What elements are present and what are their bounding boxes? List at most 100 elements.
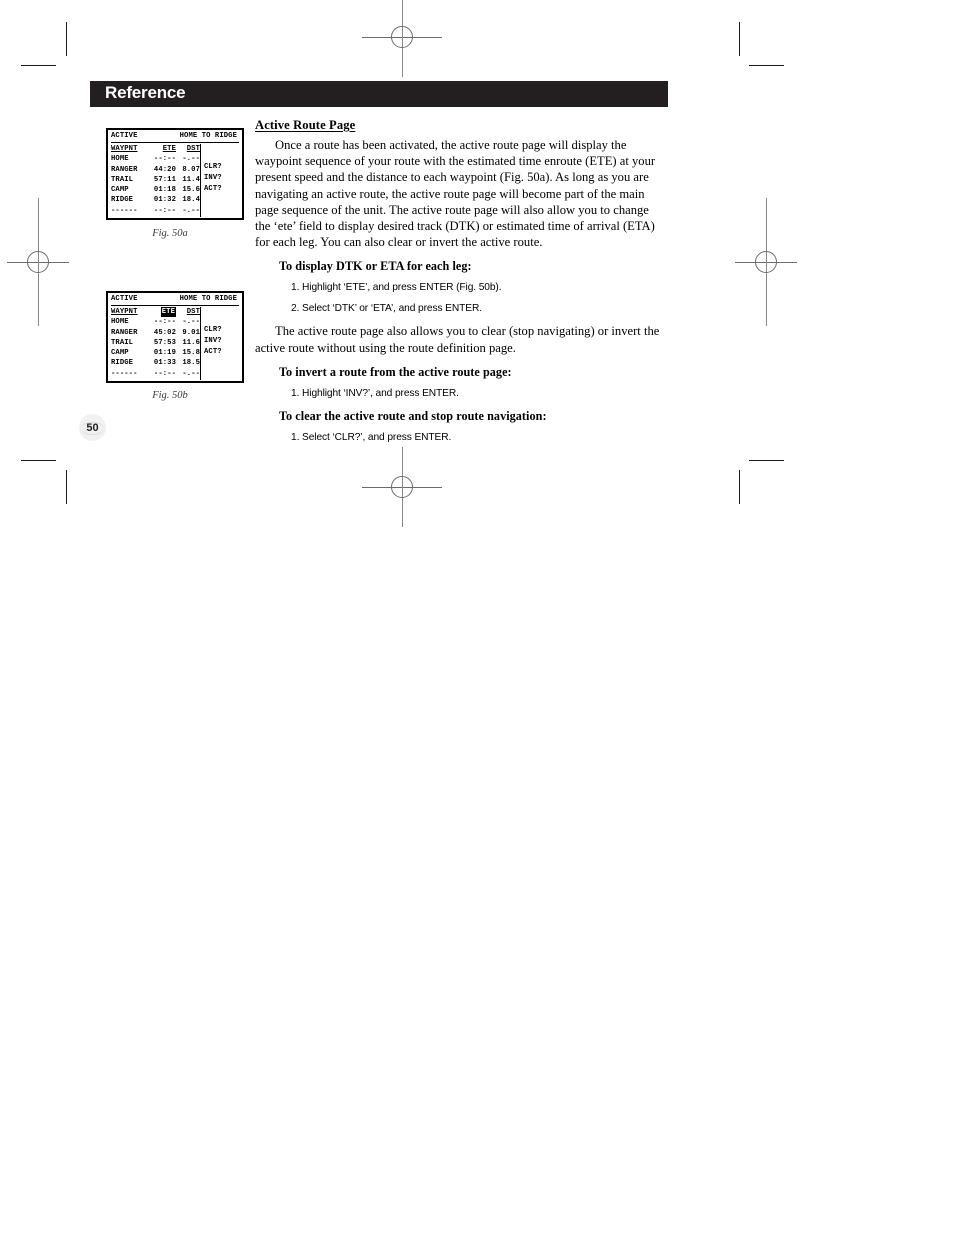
gps-row-50b: RIDGE 01:33 18.5 (111, 358, 200, 368)
gps-cell-dst: 11.6 (182, 338, 200, 347)
page-number-label: 50 (86, 421, 99, 434)
gps-col-header-waypoint-50a: WAYPNT (111, 145, 138, 154)
gps-title-right-50b: HOME TO RIDGE (179, 295, 237, 303)
gps-title-left-50b: ACTIVE (111, 295, 138, 303)
gps-sidebar-50a: CLR? INV? ACT? (200, 144, 239, 217)
gps-screen-50b: ACTIVE HOME TO RIDGE WAYPNT ETE DST HOME… (106, 291, 244, 383)
gps-cell-ete: --:-- (153, 318, 176, 327)
registration-circle (755, 251, 777, 273)
gps-sidebar-50b: CLR? INV? ACT? (200, 307, 239, 380)
gps-footer-row-50b: ------ --:-- -.-- (111, 369, 200, 379)
gps-cell-ete: 44:20 (153, 165, 176, 174)
gps-col-header-dst-50b: DST (186, 308, 200, 317)
gps-cell-waypoint: CAMP (111, 185, 129, 194)
gps-cell-waypoint: TRAIL (111, 338, 134, 347)
gps-button-inv-50a[interactable]: INV? (204, 173, 239, 184)
gps-row-50a: TRAIL 57:11 11.4 (111, 175, 200, 185)
gps-cell-ete: 01:32 (153, 196, 176, 205)
gps-cell-waypoint: RANGER (111, 328, 138, 337)
gps-cell-waypoint: ------ (111, 207, 138, 216)
gps-button-act-50a[interactable]: ACT? (204, 184, 239, 195)
gps-col-header-ete-highlight: ETE (160, 307, 176, 318)
gps-cell-ete: 01:33 (153, 359, 176, 368)
main-content-column: Active Route Page Once a route has been … (255, 116, 667, 452)
registration-circle (391, 476, 413, 498)
gps-col-header-ete-50b[interactable]: ETE (148, 307, 176, 318)
crop-mark-bottom-right-vertical (739, 470, 740, 504)
gps-col-header-dst-50a: DST (186, 145, 200, 154)
gps-cell-ete: 01:18 (153, 185, 176, 194)
gps-screen-50a: ACTIVE HOME TO RIDGE WAYPNT ETE DST HOME… (106, 128, 244, 220)
gps-row-50a: HOME --:-- -.-- (111, 154, 200, 164)
procedure-1-heading: To display DTK or ETA for each leg: (279, 259, 472, 274)
gps-cell-waypoint: RANGER (111, 165, 138, 174)
gps-row-50b: CAMP 01:19 15.8 (111, 348, 200, 358)
intro-paragraph: Once a route has been activated, the act… (255, 138, 656, 250)
figure-50a: ACTIVE HOME TO RIDGE WAYPNT ETE DST HOME… (106, 128, 244, 220)
registration-circle (27, 251, 49, 273)
gps-cell-waypoint: TRAIL (111, 175, 134, 184)
gps-row-50a: RANGER 44:20 8.07 (111, 165, 200, 175)
gps-cell-ete: 57:11 (153, 175, 176, 184)
gps-cell-ete: 01:19 (153, 348, 176, 357)
gps-table-50a: WAYPNT ETE DST HOME --:-- -.-- RANGER 44… (111, 144, 200, 216)
gps-cell-dst: 18.5 (182, 359, 200, 368)
gps-cell-ete: --:-- (153, 370, 176, 379)
procedure-2-heading: To invert a route from the active route … (279, 364, 512, 379)
gps-button-clr-50b[interactable]: CLR? (204, 325, 239, 336)
gps-body-50a: WAYPNT ETE DST HOME --:-- -.-- RANGER 44… (111, 144, 239, 217)
gps-title-row-50b: ACTIVE HOME TO RIDGE (111, 295, 239, 307)
section-title: Active Route Page (255, 118, 356, 132)
procedure-1-step-1: 1. Highlight ‘ETE’, and press ENTER (Fig… (291, 282, 502, 294)
registration-circle (391, 26, 413, 48)
gps-cell-waypoint: HOME (111, 318, 129, 327)
gps-column-headers-50b: WAYPNT ETE DST (111, 307, 200, 318)
crop-mark-bottom-left-vertical (66, 470, 67, 504)
procedure-1-step-2: 2. Select ‘DTK’ or ‘ETA’, and press ENTE… (291, 303, 482, 315)
figure-caption-50b: Fig. 50b (152, 390, 188, 401)
crop-mark-top-left-vertical (66, 22, 67, 56)
gps-button-clr-50a[interactable]: CLR? (204, 162, 239, 173)
gps-title-right-50a: HOME TO RIDGE (179, 132, 237, 140)
gps-button-act-50b[interactable]: ACT? (204, 347, 239, 358)
gps-cell-ete: 45:02 (153, 328, 176, 337)
gps-cell-ete: 57:53 (153, 338, 176, 347)
gps-cell-waypoint: ------ (111, 370, 138, 379)
crop-mark-bottom-left-horizontal (21, 460, 56, 461)
gps-col-header-ete-50a[interactable]: ETE (148, 144, 176, 154)
gps-title-row-50a: ACTIVE HOME TO RIDGE (111, 132, 239, 144)
crop-mark-top-right-vertical (739, 22, 740, 56)
gps-cell-dst: -.-- (182, 370, 200, 379)
gps-cell-dst: -.-- (182, 207, 200, 216)
gps-column-headers-50a: WAYPNT ETE DST (111, 144, 200, 154)
gps-cell-dst: 8.07 (182, 165, 200, 174)
gps-row-50b: TRAIL 57:53 11.6 (111, 338, 200, 348)
gps-table-50b: WAYPNT ETE DST HOME --:-- -.-- RANGER 45… (111, 307, 200, 379)
gps-cell-waypoint: RIDGE (111, 196, 134, 205)
page-number-badge: 50 (79, 414, 106, 441)
gps-cell-dst: 18.4 (182, 196, 200, 205)
crop-mark-top-left-horizontal (21, 65, 56, 66)
gps-cell-dst: -.-- (182, 155, 200, 164)
gps-cell-dst: 15.6 (182, 185, 200, 194)
procedure-3-heading: To clear the active route and stop route… (279, 408, 547, 423)
gps-row-50a: RIDGE 01:32 18.4 (111, 195, 200, 205)
gps-col-header-waypoint-50b: WAYPNT (111, 308, 138, 317)
middle-paragraph: The active route page also allows you to… (255, 324, 660, 355)
gps-body-50b: WAYPNT ETE DST HOME --:-- -.-- RANGER 45… (111, 307, 239, 380)
figure-50b: ACTIVE HOME TO RIDGE WAYPNT ETE DST HOME… (106, 291, 244, 383)
gps-button-inv-50b[interactable]: INV? (204, 336, 239, 347)
gps-cell-waypoint: CAMP (111, 348, 129, 357)
figure-caption-50a: Fig. 50a (152, 228, 188, 239)
gps-footer-row-50a: ------ --:-- -.-- (111, 206, 200, 216)
procedure-2-step-1: 1. Highlight ‘INV?’, and press ENTER. (291, 387, 459, 399)
gps-cell-ete: --:-- (153, 207, 176, 216)
crop-mark-top-right-horizontal (749, 65, 784, 66)
procedure-3-step-1: 1. Select ‘CLR?’, and press ENTER. (291, 431, 452, 443)
crop-mark-bottom-right-horizontal (749, 460, 784, 461)
gps-cell-ete: --:-- (153, 155, 176, 164)
gps-title-left-50a: ACTIVE (111, 132, 138, 140)
gps-row-50b: HOME --:-- -.-- (111, 317, 200, 327)
gps-cell-dst: 9.01 (182, 328, 200, 337)
gps-cell-waypoint: HOME (111, 155, 129, 164)
